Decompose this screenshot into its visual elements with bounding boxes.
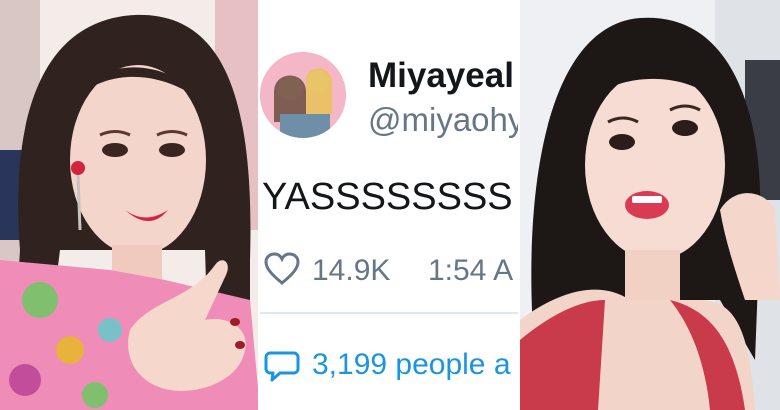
right-photo-illustration: [520, 0, 780, 410]
divider-line: [260, 312, 520, 314]
left-photo-illustration: [0, 0, 260, 410]
tweet-text: YASSSSSSSS: [262, 176, 513, 218]
display-name[interactable]: Miyayeal: [368, 56, 514, 96]
avatar[interactable]: [260, 52, 346, 138]
speech-bubble-icon: [264, 349, 300, 388]
people-talking-text[interactable]: 3,199 people a: [312, 348, 511, 382]
like-count: 14.9K: [312, 254, 391, 287]
left-photo: [0, 0, 260, 410]
heart-icon[interactable]: [264, 252, 300, 291]
tweet-card: Miyayeal @miyaohy YASSSSSSSS 14.9K 1:54 …: [260, 0, 520, 410]
right-photo: [520, 0, 780, 410]
user-handle[interactable]: @miyaohy: [368, 101, 520, 139]
avatar-image: [260, 52, 346, 138]
timestamp[interactable]: 1:54 A: [428, 254, 513, 288]
